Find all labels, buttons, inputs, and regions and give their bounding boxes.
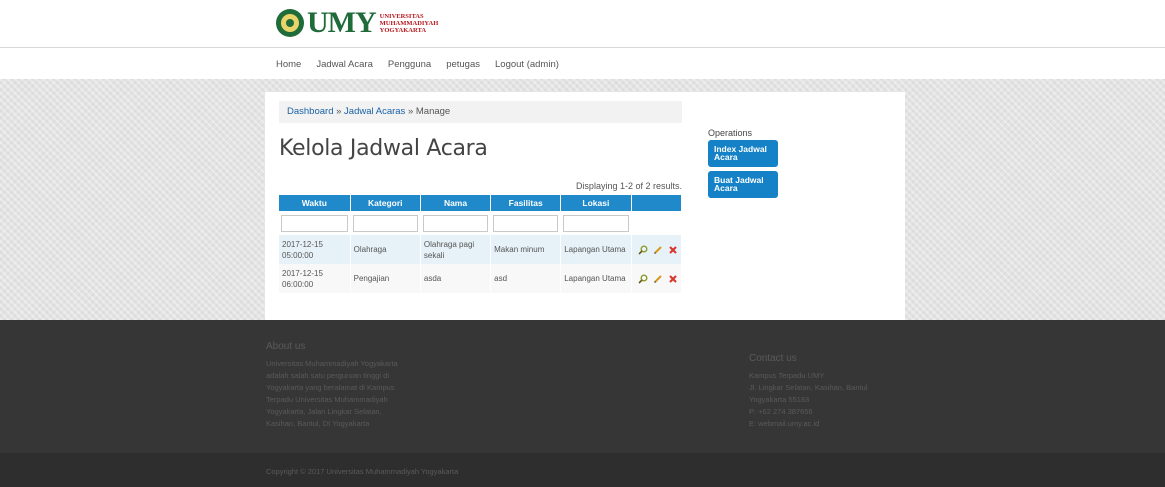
nav-jadwal-acara[interactable]: Jadwal Acara [316, 59, 373, 70]
index-jadwal-acara-button[interactable]: Index Jadwal Acara [708, 140, 778, 167]
column-header-nama[interactable]: Nama [420, 195, 492, 211]
about-text: Universitas Muhammadiyah Yogyakarta adal… [266, 359, 398, 428]
logo-subtitle: UNIVERSITAS MUHAMMADIYAH YOGYAKARTA [380, 13, 439, 34]
nav-home[interactable]: Home [276, 59, 301, 70]
cell-fasilitas: Makan minum [490, 235, 562, 264]
main-nav: Home Jadwal Acara Pengguna petugas Logou… [0, 49, 1165, 79]
breadcrumb: Dashboard » Jadwal Acaras » Manage [279, 101, 682, 123]
breadcrumb-current: Manage [415, 106, 451, 117]
logo-line-2: MUHAMMADIYAH [379, 19, 439, 27]
column-header-fasilitas[interactable]: Fasilitas [490, 195, 562, 211]
view-icon[interactable] [637, 245, 648, 255]
cell-fasilitas: asd [490, 264, 562, 293]
logo-line-3: YOGYAKARTA [379, 26, 427, 34]
site-header: UMY UNIVERSITAS MUHAMMADIYAH YOGYAKARTA [0, 0, 1165, 48]
logo-wordmark: UMY [307, 6, 377, 39]
column-header-waktu[interactable]: Waktu [279, 195, 351, 211]
logo-line-1: UNIVERSITAS [379, 12, 424, 20]
create-jadwal-acara-button[interactable]: Buat Jadwal Acara [708, 171, 778, 198]
row-actions [631, 235, 682, 264]
results-summary: Displaying 1-2 of 2 results. [575, 181, 682, 191]
nav-petugas[interactable]: petugas [446, 59, 480, 70]
site-footer: About us Universitas Muhammadiyah Yogyak… [0, 320, 1165, 453]
row-actions [631, 264, 682, 293]
cell-lokasi: Lapangan Utama [560, 235, 632, 264]
copyright-bar: Copyright © 2017 Universitas Muhammadiya… [0, 453, 1165, 487]
nav-pengguna[interactable]: Pengguna [388, 59, 431, 70]
edit-icon[interactable] [653, 245, 663, 255]
filter-lokasi-input[interactable] [563, 214, 629, 232]
cell-kategori: Pengajian [350, 264, 421, 293]
filter-fasilitas-input[interactable] [493, 214, 559, 232]
copyright-text: Copyright © 2017 Universitas Muhammadiya… [266, 467, 459, 476]
breadcrumb-separator: » [405, 106, 416, 117]
table-row: 2017-12-15 05:00:00 Olahraga Olahraga pa… [279, 235, 682, 264]
column-header-actions [631, 195, 682, 211]
cell-nama: asda [420, 264, 492, 293]
contact-text: Kampus Terpadu UMY Jl. Lingkar Selatan, … [749, 371, 868, 428]
view-icon[interactable] [637, 274, 648, 284]
cell-waktu: 2017-12-15 06:00:00 [279, 264, 351, 293]
filter-kategori-input[interactable] [352, 214, 418, 232]
breadcrumb-separator: » [333, 106, 345, 117]
breadcrumb-dashboard[interactable]: Dashboard [287, 106, 333, 117]
main-content: Dashboard » Jadwal Acaras » Manage Kelol… [265, 92, 905, 320]
delete-icon[interactable] [668, 274, 678, 284]
about-title: About us [266, 341, 306, 352]
umy-emblem-icon [276, 9, 304, 37]
nav-logout[interactable]: Logout (admin) [495, 59, 559, 70]
delete-icon[interactable] [668, 245, 678, 255]
operations-title: Operations [708, 128, 753, 138]
breadcrumb-jadwal-acaras[interactable]: Jadwal Acaras [344, 106, 405, 117]
umy-logo[interactable]: UMY UNIVERSITAS MUHAMMADIYAH YOGYAKARTA [276, 8, 438, 38]
page-title: Kelola Jadwal Acara [279, 136, 488, 161]
cell-kategori: Olahraga [350, 235, 421, 264]
contact-title: Contact us [749, 353, 797, 364]
filter-nama-input[interactable] [422, 214, 489, 232]
column-header-lokasi[interactable]: Lokasi [560, 195, 632, 211]
table-row: 2017-12-15 06:00:00 Pengajian asda asd L… [279, 264, 682, 293]
filter-waktu-input[interactable] [281, 214, 348, 232]
jadwal-acara-grid: Waktu Kategori Nama Fasilitas Lokasi 201… [279, 195, 682, 293]
cell-lokasi: Lapangan Utama [560, 264, 632, 293]
cell-nama: Olahraga pagi sekali [420, 235, 492, 264]
edit-icon[interactable] [653, 274, 663, 284]
cell-waktu: 2017-12-15 05:00:00 [279, 235, 351, 264]
column-header-kategori[interactable]: Kategori [350, 195, 421, 211]
